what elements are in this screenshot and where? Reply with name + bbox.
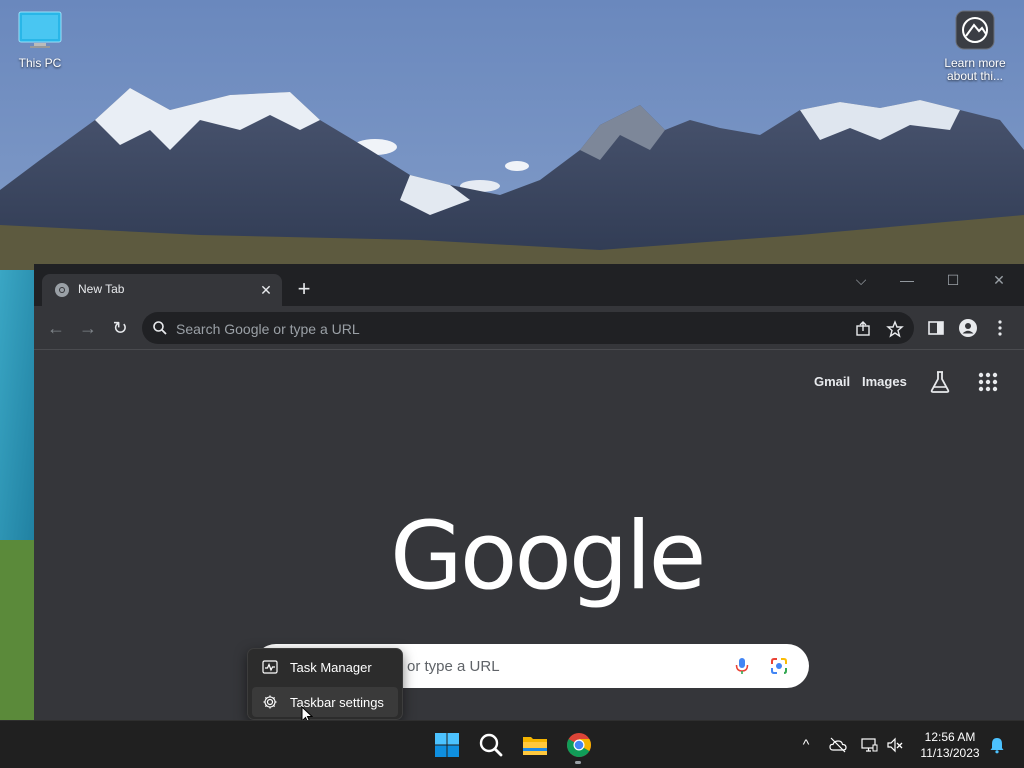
file-explorer-icon[interactable]	[521, 731, 549, 759]
taskbar-clock[interactable]: 12:56 AM 11/13/2023	[912, 729, 988, 761]
side-panel-icon[interactable]	[926, 318, 946, 338]
clock-time: 12:56 AM	[924, 730, 976, 744]
maximize-button[interactable]: ☐	[938, 270, 968, 290]
clock-date: 11/13/2023	[920, 746, 980, 760]
more-menu-icon[interactable]	[990, 318, 1010, 338]
camera-icon	[935, 10, 1015, 53]
share-icon[interactable]	[854, 320, 872, 338]
menu-item-taskbar-settings[interactable]: Taskbar settings	[252, 687, 398, 717]
volume-muted-icon[interactable]	[886, 736, 904, 754]
desktop-icon-label: Learn more about thi...	[944, 56, 1006, 83]
labs-flask-icon[interactable]	[929, 370, 951, 394]
search-icon	[152, 320, 168, 341]
gmail-link[interactable]: Gmail	[814, 374, 850, 389]
desktop-icon-label: This PC	[18, 56, 62, 70]
close-tab-icon[interactable]: ✕	[258, 282, 274, 298]
chrome-window: New Tab ✕ + ⌵ — ☐ ✕ ← → ↻ Search Google …	[34, 264, 1024, 720]
minimize-button[interactable]: —	[892, 270, 922, 290]
chrome-icon[interactable]	[565, 731, 593, 759]
ntp-search-placeholder: or type a URL	[407, 658, 500, 675]
google-logo: Google	[390, 502, 706, 611]
chrome-icon	[54, 282, 70, 298]
close-window-button[interactable]: ✕	[984, 270, 1014, 290]
omnibox[interactable]: Search Google or type a URL	[142, 312, 914, 344]
taskbar-context-menu: Task Manager Taskbar settings	[247, 648, 403, 720]
profile-avatar[interactable]	[958, 318, 978, 338]
microphone-icon[interactable]	[732, 656, 752, 676]
toolbar: ← → ↻ Search Google or type a URL	[34, 306, 1024, 350]
onedrive-cloud-icon[interactable]	[829, 736, 847, 754]
taskbar: ^ 12:56 AM 11/13/2023	[0, 720, 1024, 768]
menu-item-label: Task Manager	[290, 660, 372, 675]
pulse-icon	[262, 659, 278, 675]
omnibox-placeholder: Search Google or type a URL	[176, 321, 360, 337]
tab-title: New Tab	[78, 282, 125, 296]
search-icon[interactable]	[477, 731, 505, 759]
menu-item-task-manager[interactable]: Task Manager	[252, 652, 398, 682]
google-apps-icon[interactable]	[978, 372, 998, 392]
desktop-icon-learn-more[interactable]: Learn more about thi...	[935, 10, 1015, 83]
back-button[interactable]: ←	[44, 316, 68, 340]
show-hidden-icons-chevron[interactable]: ^	[797, 736, 815, 754]
reload-button[interactable]: ↻	[108, 316, 132, 340]
forward-button[interactable]: →	[76, 316, 100, 340]
gear-icon	[262, 694, 278, 710]
new-tab-button[interactable]: +	[292, 278, 316, 302]
images-link[interactable]: Images	[862, 374, 907, 389]
tab-new-tab[interactable]: New Tab ✕	[42, 274, 282, 306]
monitor-icon	[0, 10, 80, 53]
google-lens-icon[interactable]	[769, 656, 789, 676]
start-icon[interactable]	[433, 731, 461, 759]
title-bar: New Tab ✕ + ⌵ — ☐ ✕	[34, 264, 1024, 306]
running-indicator	[575, 761, 581, 764]
tab-search-button[interactable]: ⌵	[846, 270, 876, 290]
network-icon[interactable]	[860, 736, 878, 754]
bookmark-star-icon[interactable]	[886, 320, 904, 338]
notification-bell-icon[interactable]	[988, 736, 1006, 754]
desktop-icon-this-pc[interactable]: This PC	[0, 10, 80, 70]
